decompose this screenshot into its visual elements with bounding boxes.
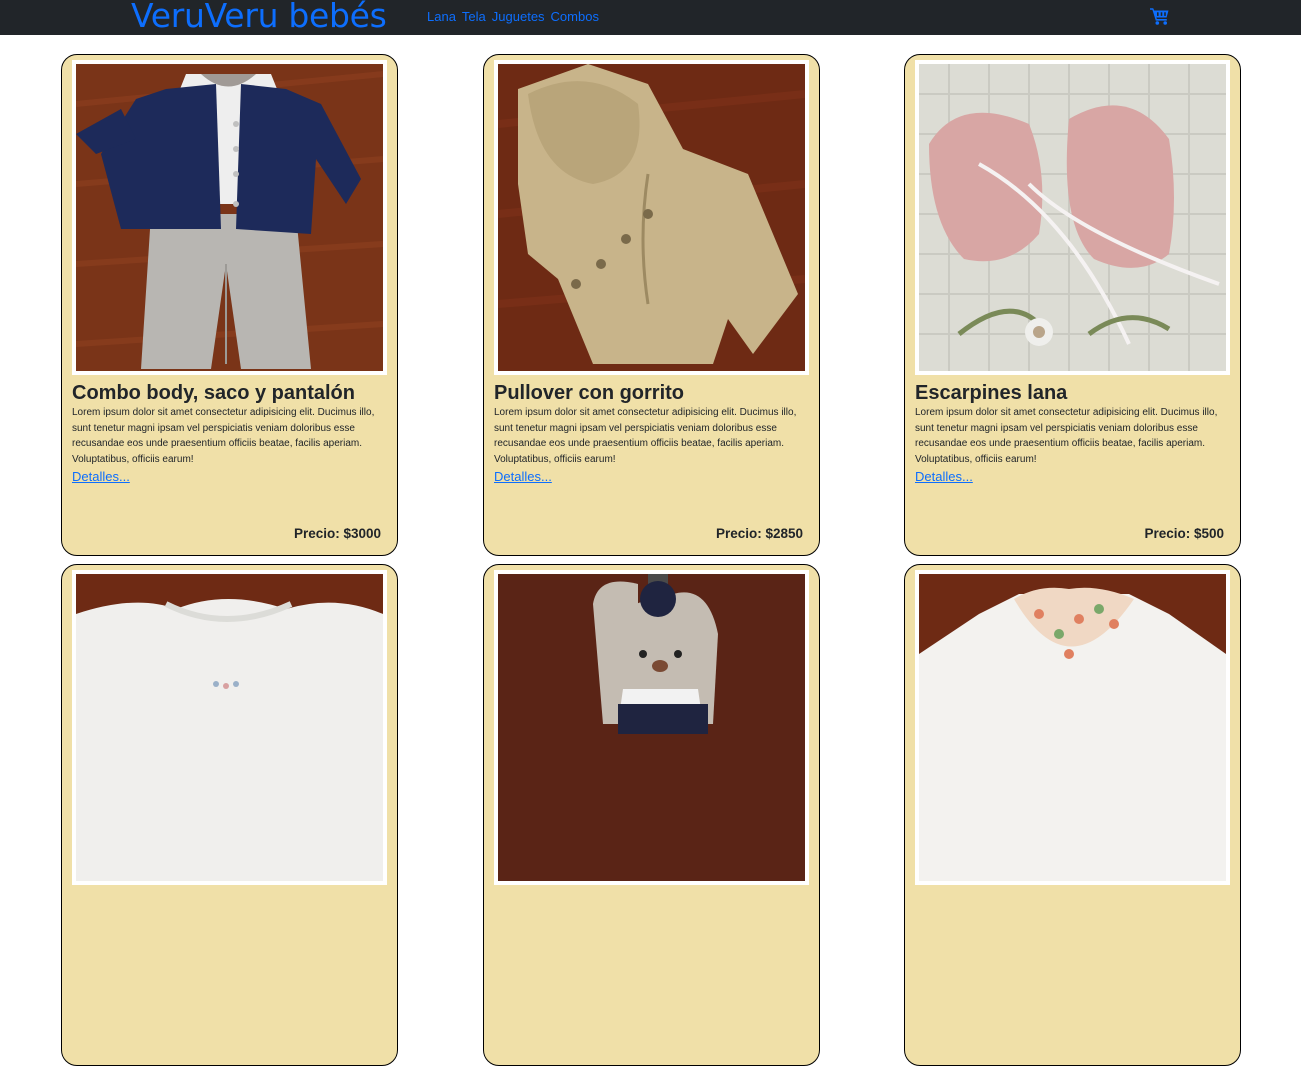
product-description: Lorem ipsum dolor sit amet consectetur a… [915, 407, 1218, 465]
product-card [483, 564, 820, 1066]
shopping-cart-icon[interactable] [1150, 7, 1169, 25]
nav-link-tela[interactable]: Tela [462, 9, 486, 25]
product-photo-frame [72, 60, 387, 375]
product-photo-booties[interactable] [919, 64, 1226, 371]
product-card [61, 564, 398, 1066]
product-photo-floral-dress[interactable] [919, 574, 1226, 881]
navbar: VeruVeru bebés Lana Tela Juguetes Combos [0, 0, 1301, 35]
brand-logo[interactable]: VeruVeru bebés [131, 0, 387, 36]
product-description: Lorem ipsum dolor sit amet consectetur a… [494, 407, 797, 465]
product-price: Precio: $500 [1144, 526, 1224, 541]
product-photo-frame [72, 570, 387, 885]
details-link[interactable]: Detalles... [915, 469, 973, 484]
product-card: Escarpines lana Lorem ipsum dolor sit am… [904, 54, 1241, 556]
nav-link-combos[interactable]: Combos [551, 9, 599, 25]
product-photo-frame [494, 60, 809, 375]
details-link[interactable]: Detalles... [494, 469, 552, 484]
product-title: Escarpines lana [915, 382, 1068, 404]
product-photo-frame [494, 570, 809, 885]
product-photo-outfit[interactable] [76, 64, 383, 371]
nav-links: Lana Tela Juguetes Combos [427, 9, 599, 25]
details-link[interactable]: Detalles... [72, 469, 130, 484]
product-photo-frame [915, 570, 1230, 885]
product-price: Precio: $3000 [293, 526, 381, 541]
product-photo-bunny-toy[interactable] [498, 574, 805, 881]
product-card: Pullover con gorrito Lorem ipsum dolor s… [483, 54, 820, 556]
product-description: Lorem ipsum dolor sit amet consectetur a… [72, 407, 375, 465]
product-card [904, 564, 1241, 1066]
nav-link-juguetes[interactable]: Juguetes [492, 9, 545, 25]
product-photo-white-dress[interactable] [76, 574, 383, 881]
product-title: Pullover con gorrito [494, 382, 685, 404]
product-title: Combo body, saco y pantalón [72, 382, 355, 404]
product-photo-hooded-pullover[interactable] [498, 64, 805, 371]
nav-link-lana[interactable]: Lana [427, 9, 456, 25]
product-price: Precio: $2850 [715, 526, 803, 541]
product-photo-frame [915, 60, 1230, 375]
product-card: Combo body, saco y pantalón Lorem ipsum … [61, 54, 398, 556]
